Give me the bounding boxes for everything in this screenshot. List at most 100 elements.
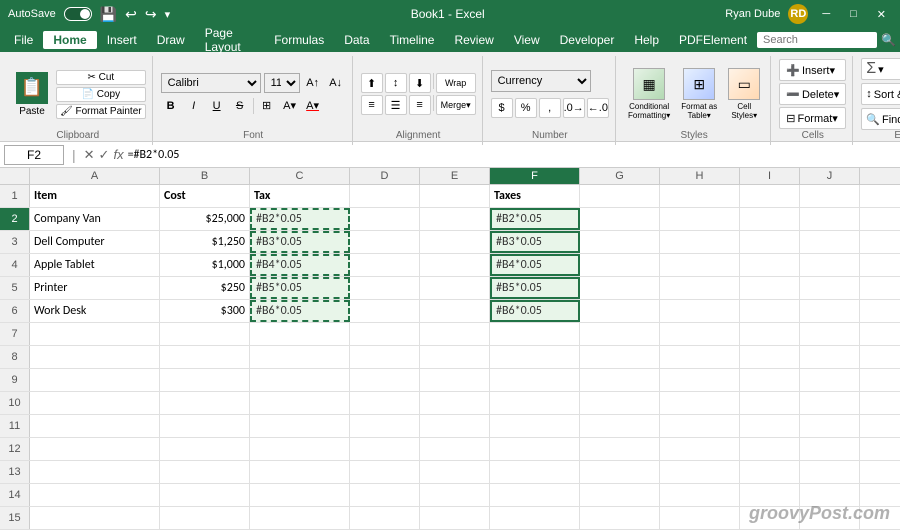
- cell-a7[interactable]: [30, 323, 160, 345]
- cell-c10[interactable]: [250, 392, 350, 414]
- col-header-g[interactable]: G: [580, 168, 660, 184]
- confirm-formula-icon[interactable]: ✓: [99, 147, 110, 163]
- cell-h10[interactable]: [660, 392, 740, 414]
- cell-b10[interactable]: [160, 392, 250, 414]
- undo-icon[interactable]: ↩: [125, 6, 137, 23]
- cell-e13[interactable]: [420, 461, 490, 483]
- menu-pdfelement[interactable]: PDFElement: [669, 31, 757, 49]
- menu-insert[interactable]: Insert: [97, 31, 147, 49]
- cell-g4[interactable]: [580, 254, 660, 276]
- cell-styles-button[interactable]: ▭ CellStyles▾: [724, 66, 764, 122]
- cell-e3[interactable]: [420, 231, 490, 253]
- align-left-button[interactable]: ≡: [361, 95, 383, 115]
- cell-j9[interactable]: [800, 369, 860, 391]
- menu-data[interactable]: Data: [334, 31, 379, 49]
- cell-h1[interactable]: [660, 185, 740, 207]
- cell-d14[interactable]: [350, 484, 420, 506]
- cell-c12[interactable]: [250, 438, 350, 460]
- cell-f1[interactable]: Taxes: [490, 185, 580, 207]
- merge-button[interactable]: Merge▾: [436, 95, 476, 115]
- cell-d3[interactable]: [350, 231, 420, 253]
- cell-b1[interactable]: Cost: [160, 185, 250, 207]
- bold-button[interactable]: B: [161, 96, 181, 116]
- cell-i4[interactable]: [740, 254, 800, 276]
- cell-d2[interactable]: [350, 208, 420, 230]
- cell-f2[interactable]: #B2*0.05: [490, 208, 580, 230]
- cell-i9[interactable]: [740, 369, 800, 391]
- menu-review[interactable]: Review: [444, 31, 503, 49]
- col-header-e[interactable]: E: [420, 168, 490, 184]
- cell-a4[interactable]: Apple Tablet: [30, 254, 160, 276]
- conditional-formatting-button[interactable]: ▦ ConditionalFormatting▾: [624, 66, 674, 122]
- cell-f4[interactable]: #B4*0.05: [490, 254, 580, 276]
- cut-button[interactable]: ✂ Cut: [56, 70, 146, 85]
- increase-decimal-button[interactable]: .0→: [563, 98, 585, 118]
- cell-f3[interactable]: #B3*0.05: [490, 231, 580, 253]
- cell-g10[interactable]: [580, 392, 660, 414]
- cell-i10[interactable]: [740, 392, 800, 414]
- cell-c2[interactable]: #B2*0.05: [250, 208, 350, 230]
- cell-a15[interactable]: [30, 507, 160, 529]
- menu-draw[interactable]: Draw: [147, 31, 195, 49]
- cell-i12[interactable]: [740, 438, 800, 460]
- cell-g12[interactable]: [580, 438, 660, 460]
- cell-h5[interactable]: [660, 277, 740, 299]
- cell-g9[interactable]: [580, 369, 660, 391]
- cell-j11[interactable]: [800, 415, 860, 437]
- cell-c8[interactable]: [250, 346, 350, 368]
- decrease-font-button[interactable]: A↓: [326, 73, 346, 93]
- cell-f15[interactable]: [490, 507, 580, 529]
- col-header-c[interactable]: C: [250, 168, 350, 184]
- sort-filter-button[interactable]: ↕ Sort & Filter▾: [861, 83, 900, 105]
- cell-f5[interactable]: #B5*0.05: [490, 277, 580, 299]
- cell-b11[interactable]: [160, 415, 250, 437]
- cell-h2[interactable]: [660, 208, 740, 230]
- cell-i2[interactable]: [740, 208, 800, 230]
- cell-d6[interactable]: [350, 300, 420, 322]
- cell-d12[interactable]: [350, 438, 420, 460]
- insert-function-icon[interactable]: fx: [113, 147, 123, 162]
- cell-b14[interactable]: [160, 484, 250, 506]
- cell-b3[interactable]: $1,250: [160, 231, 250, 253]
- format-cells-button[interactable]: ⊟ Format▾: [779, 107, 846, 129]
- cell-d13[interactable]: [350, 461, 420, 483]
- cell-h12[interactable]: [660, 438, 740, 460]
- cell-f10[interactable]: [490, 392, 580, 414]
- cell-c5[interactable]: #B5*0.05: [250, 277, 350, 299]
- cell-a6[interactable]: Work Desk: [30, 300, 160, 322]
- cell-g2[interactable]: [580, 208, 660, 230]
- italic-button[interactable]: I: [184, 96, 204, 116]
- paste-button[interactable]: 📋 Paste: [10, 68, 54, 121]
- cell-b5[interactable]: $250: [160, 277, 250, 299]
- cell-j1[interactable]: [800, 185, 860, 207]
- cell-j6[interactable]: [800, 300, 860, 322]
- cell-e2[interactable]: [420, 208, 490, 230]
- cell-c9[interactable]: [250, 369, 350, 391]
- cell-i14[interactable]: [740, 484, 800, 506]
- cell-f6[interactable]: #B6*0.05: [490, 300, 580, 322]
- cell-a8[interactable]: [30, 346, 160, 368]
- cell-j13[interactable]: [800, 461, 860, 483]
- cell-e4[interactable]: [420, 254, 490, 276]
- cell-g1[interactable]: [580, 185, 660, 207]
- format-as-table-button[interactable]: ⊞ Format asTable▾: [677, 66, 721, 122]
- search-input[interactable]: [757, 32, 877, 48]
- cell-h7[interactable]: [660, 323, 740, 345]
- menu-formulas[interactable]: Formulas: [264, 31, 334, 49]
- cell-e6[interactable]: [420, 300, 490, 322]
- cell-e10[interactable]: [420, 392, 490, 414]
- insert-cells-button[interactable]: ➕ Insert▾: [779, 59, 846, 81]
- underline-button[interactable]: U: [207, 96, 227, 116]
- cell-f13[interactable]: [490, 461, 580, 483]
- menu-timeline[interactable]: Timeline: [380, 31, 445, 49]
- cell-b15[interactable]: [160, 507, 250, 529]
- align-top-button[interactable]: ⬆: [361, 73, 383, 93]
- cell-i13[interactable]: [740, 461, 800, 483]
- format-painter-button[interactable]: 🖌 Format Painter: [56, 104, 146, 119]
- align-right-button[interactable]: ≡: [409, 95, 431, 115]
- cell-a5[interactable]: Printer: [30, 277, 160, 299]
- cell-e11[interactable]: [420, 415, 490, 437]
- cell-d10[interactable]: [350, 392, 420, 414]
- align-middle-button[interactable]: ↕: [385, 73, 407, 93]
- comma-button[interactable]: ,: [539, 98, 561, 118]
